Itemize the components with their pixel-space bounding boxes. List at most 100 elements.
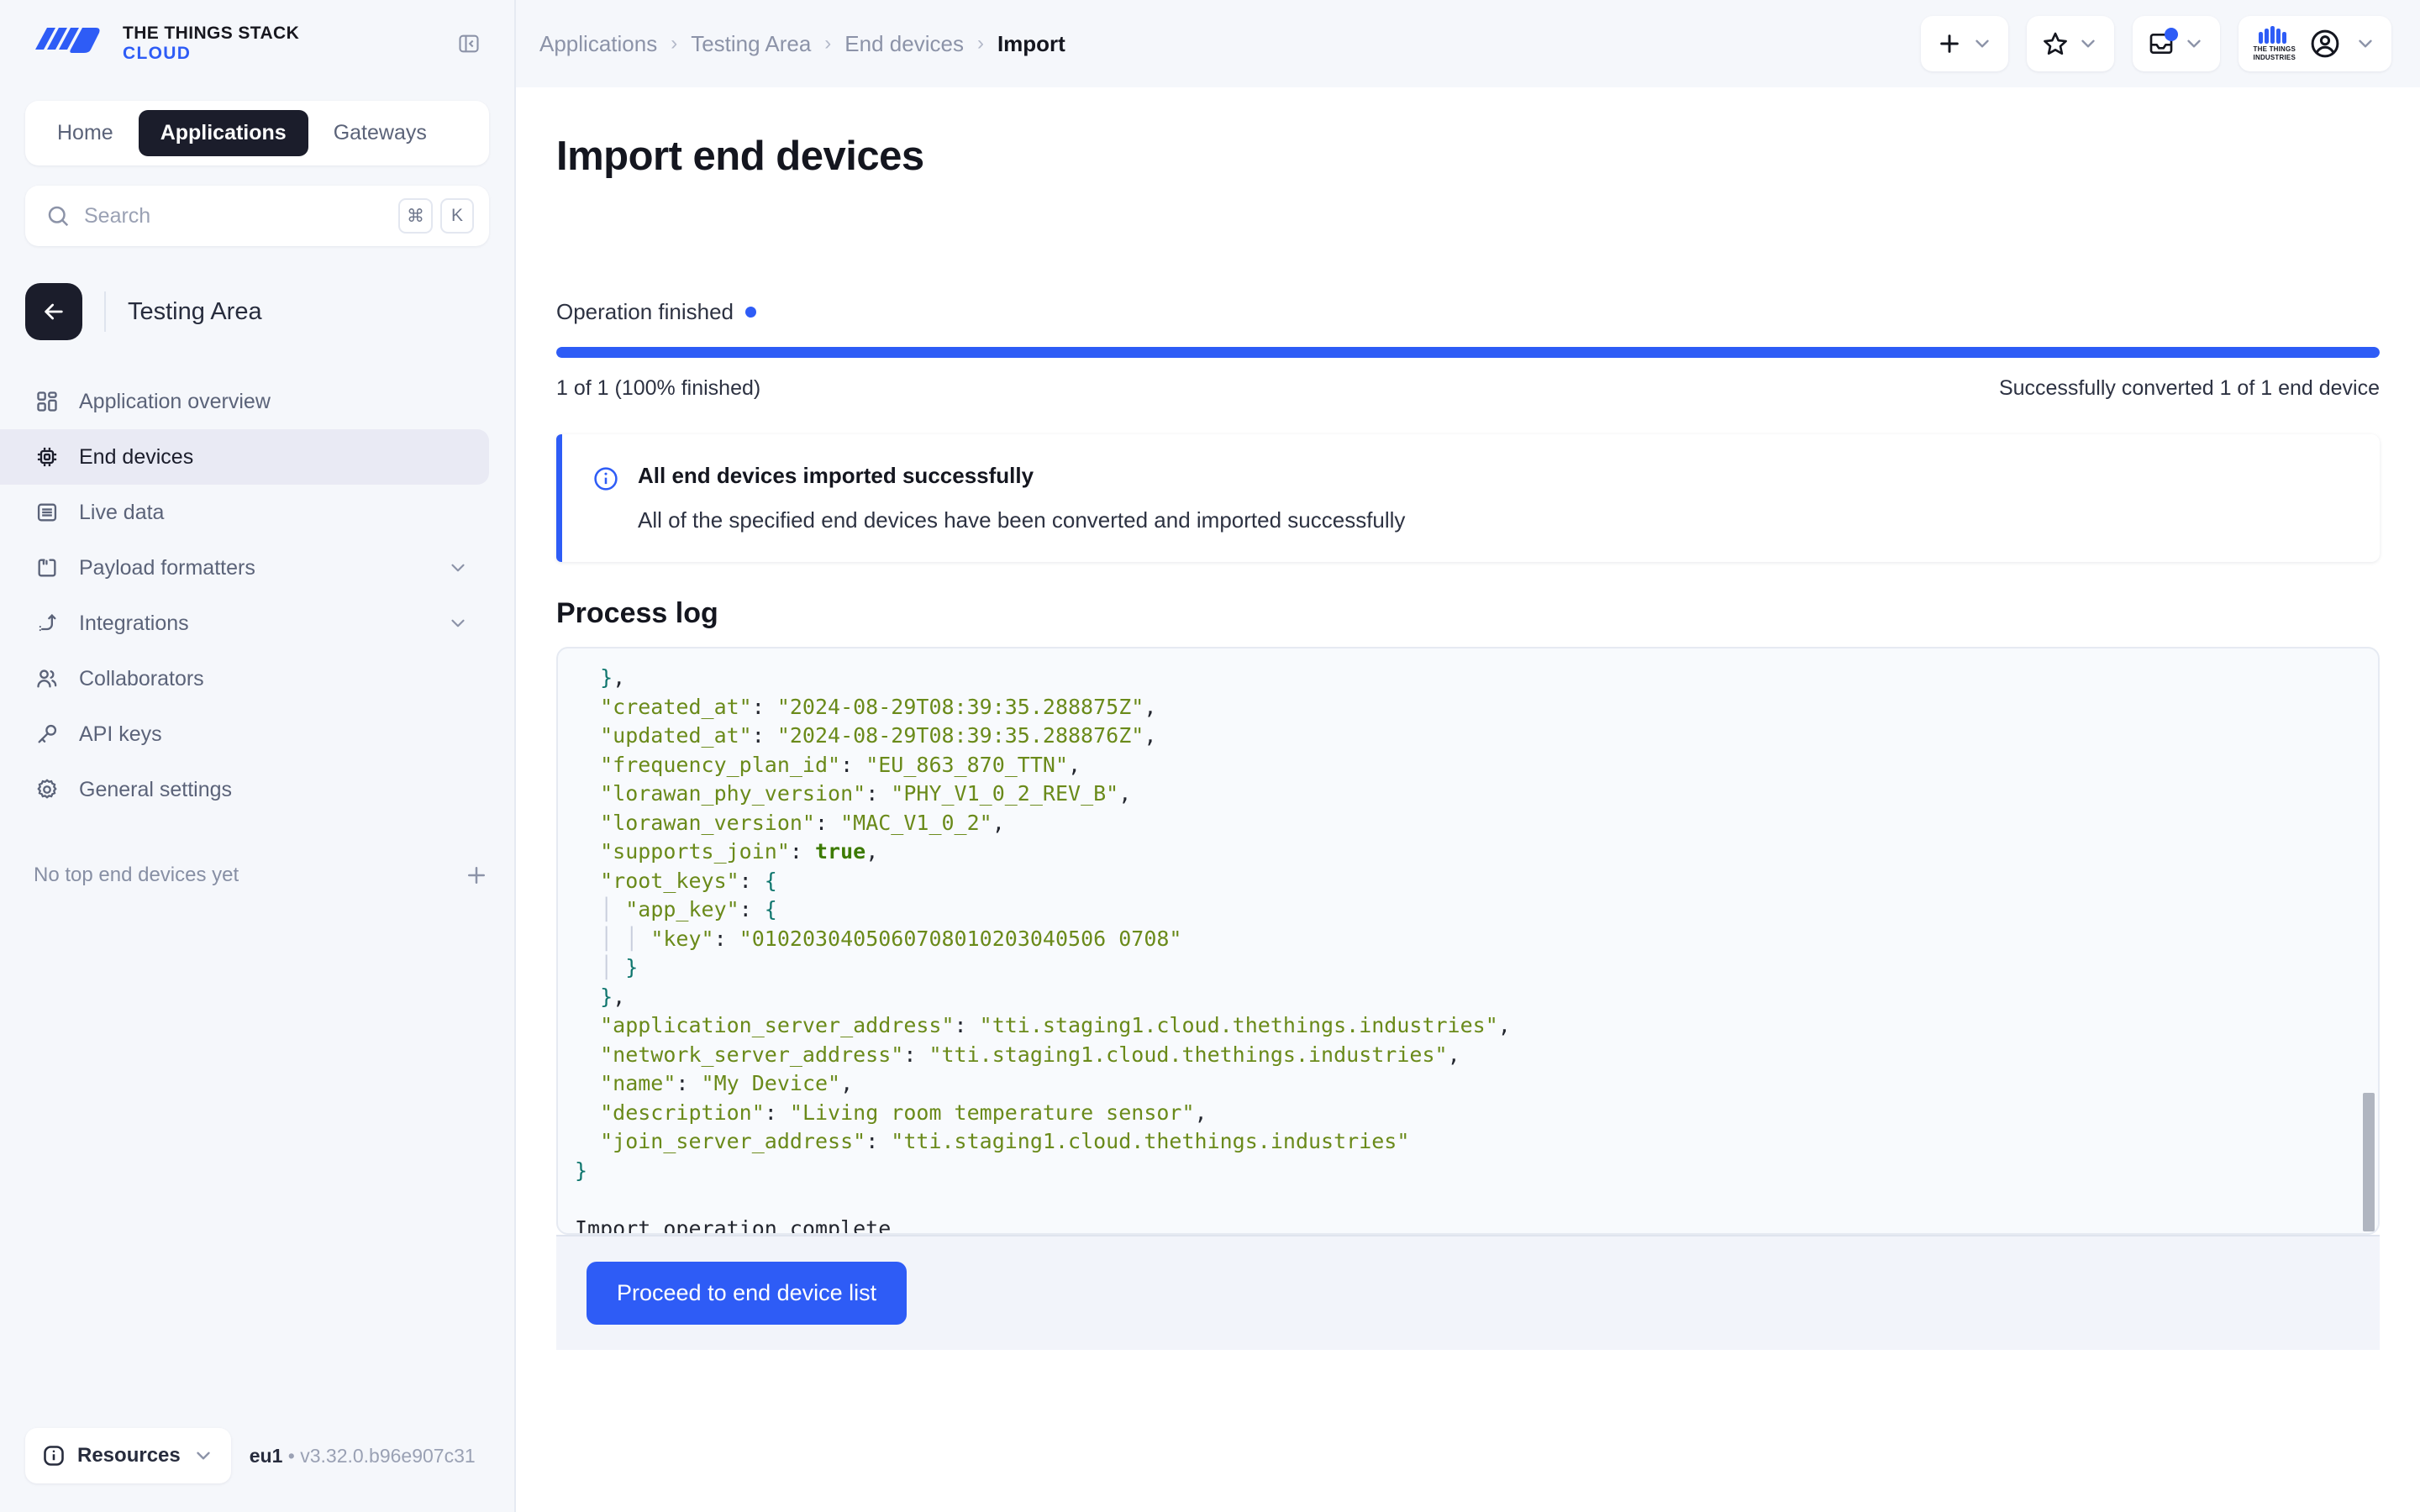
arrow-left-icon — [40, 298, 67, 325]
breadcrumb-separator: › — [671, 32, 677, 55]
tab-applications[interactable]: Applications — [139, 110, 308, 156]
bookmarks-button[interactable] — [2027, 16, 2114, 71]
sidebar-tabs: Home Applications Gateways — [25, 101, 489, 165]
sidebar-item-api-keys[interactable]: API keys — [0, 706, 489, 762]
success-notice: All end devices imported successfully Al… — [556, 434, 2380, 562]
breadcrumb-separator: › — [824, 32, 831, 55]
breadcrumb: Applications › Testing Area › End device… — [539, 31, 1065, 57]
sidebar-item-integrations[interactable]: Integrations — [0, 596, 489, 651]
page-title: Import end devices — [556, 133, 2420, 180]
plus-icon[interactable] — [464, 863, 489, 888]
panel-collapse-icon[interactable] — [452, 27, 486, 60]
chevron-down-icon — [192, 1445, 214, 1467]
key-icon — [34, 722, 60, 746]
sidebar-item-collaborators[interactable]: Collaborators — [0, 651, 489, 706]
log-line: "name": "My Device", — [575, 1069, 2344, 1099]
sidebar-item-end-devices[interactable]: End devices — [0, 429, 489, 485]
sidebar-item-application-overview[interactable]: Application overview — [0, 374, 489, 429]
breadcrumb-testing-area[interactable]: Testing Area — [691, 31, 811, 57]
sidebar-item-label: API keys — [79, 722, 162, 747]
breadcrumb-end-devices[interactable]: End devices — [844, 31, 964, 57]
gear-icon — [34, 778, 60, 801]
scrollbar-thumb[interactable] — [2363, 1093, 2375, 1231]
operation-status: Operation finished — [556, 299, 2420, 325]
resources-button[interactable]: Resources — [25, 1428, 231, 1483]
org-logo-line2: INDUSTRIES — [2254, 55, 2296, 61]
sidebar-footer: Resources eu1 • v3.32.0.b96e907c31 — [0, 1428, 514, 1512]
log-line: "network_server_address": "tti.staging1.… — [575, 1041, 2344, 1070]
chevron-down-icon — [2183, 33, 2205, 55]
things-industries-logo-icon: THE THINGS INDUSTRIES — [2254, 26, 2296, 62]
empty-state-label: No top end devices yet — [34, 864, 239, 887]
header-divider — [104, 291, 106, 332]
sidebar: THE THINGS STACK CLOUD Home Applications… — [0, 0, 516, 1512]
log-line: "supports_join": true, — [575, 837, 2344, 867]
app-root: THE THINGS STACK CLOUD Home Applications… — [0, 0, 2420, 1512]
sidebar-nav: Application overview End devices — [0, 374, 514, 817]
breadcrumb-applications[interactable]: Applications — [539, 31, 657, 57]
version-separator: • — [288, 1445, 295, 1467]
region-label: eu1 — [250, 1445, 283, 1467]
breadcrumb-separator: › — [977, 32, 984, 55]
process-log-panel[interactable]: }, "created_at": "2024-08-29T08:39:35.28… — [556, 647, 2380, 1235]
chevron-down-icon — [2354, 33, 2376, 55]
log-line: Import operation complete — [575, 1215, 2344, 1234]
action-footer: Proceed to end device list — [556, 1235, 2380, 1350]
sidebar-item-payload-formatters[interactable]: Payload formatters — [0, 540, 489, 596]
chevron-down-icon[interactable] — [447, 612, 469, 634]
notice-content: All end devices imported successfully Al… — [638, 463, 1405, 533]
log-line: }, — [575, 664, 2344, 693]
back-button[interactable] — [25, 283, 82, 340]
search-box[interactable]: ⌘ K — [25, 186, 489, 246]
notification-badge — [2165, 28, 2178, 41]
inbox-icon — [2148, 30, 2175, 57]
notice-title: All end devices imported successfully — [638, 463, 1405, 489]
log-line: "join_server_address": "tti.staging1.clo… — [575, 1127, 2344, 1157]
profile-button[interactable]: THE THINGS INDUSTRIES — [2238, 16, 2391, 71]
org-logo-line1: THE THINGS — [2254, 46, 2296, 53]
chevron-down-icon — [2077, 33, 2099, 55]
tab-gateways[interactable]: Gateways — [312, 110, 449, 156]
main-area: Applications › Testing Area › End device… — [516, 0, 2420, 1512]
top-end-devices-empty: No top end devices yet — [0, 863, 514, 888]
log-line — [575, 1185, 2344, 1215]
integrations-icon — [34, 612, 60, 635]
tab-home[interactable]: Home — [35, 110, 135, 156]
add-button[interactable] — [1921, 16, 2008, 71]
sidebar-item-label: General settings — [79, 778, 232, 802]
log-line: "updated_at": "2024-08-29T08:39:35.28887… — [575, 722, 2344, 751]
version-info: eu1 • v3.32.0.b96e907c31 — [250, 1445, 476, 1467]
kbd-command: ⌘ — [398, 198, 433, 234]
status-label: Operation finished — [556, 299, 734, 325]
log-line: │ │ "key": "0102030405060708010203040506… — [575, 925, 2344, 954]
search-input[interactable] — [84, 204, 385, 228]
process-log-scrollbar[interactable] — [2363, 648, 2375, 1233]
application-name: Testing Area — [128, 298, 262, 326]
brand[interactable]: THE THINGS STACK CLOUD — [34, 24, 299, 63]
progress-right-label: Successfully converted 1 of 1 end device — [1999, 376, 2380, 401]
info-circle-icon — [592, 465, 619, 533]
things-stack-logo-icon — [34, 24, 104, 63]
chevron-down-icon[interactable] — [447, 557, 469, 579]
sidebar-item-general-settings[interactable]: General settings — [0, 762, 489, 817]
notice-body: All of the specified end devices have be… — [638, 507, 1405, 533]
list-icon — [34, 501, 60, 524]
log-line: "frequency_plan_id": "EU_863_870_TTN", — [575, 751, 2344, 780]
chevron-down-icon — [1971, 33, 1993, 55]
log-line: "application_server_address": "tti.stagi… — [575, 1011, 2344, 1041]
info-circle-icon — [42, 1444, 66, 1467]
search-icon — [45, 203, 71, 228]
process-log-content: }, "created_at": "2024-08-29T08:39:35.28… — [558, 648, 2378, 1233]
star-icon — [2042, 30, 2069, 57]
log-line: "root_keys": { — [575, 867, 2344, 896]
brand-subtitle: CLOUD — [123, 44, 299, 64]
brand-row: THE THINGS STACK CLOUD — [0, 0, 514, 87]
application-header: Testing Area — [25, 283, 514, 340]
chip-icon — [34, 445, 60, 469]
log-line: "lorawan_version": "MAC_V1_0_2", — [575, 809, 2344, 838]
sidebar-item-live-data[interactable]: Live data — [0, 485, 489, 540]
proceed-to-end-device-list-button[interactable]: Proceed to end device list — [587, 1262, 907, 1325]
notifications-button[interactable] — [2133, 16, 2220, 71]
resources-label: Resources — [77, 1444, 181, 1467]
status-indicator-dot — [745, 307, 756, 318]
